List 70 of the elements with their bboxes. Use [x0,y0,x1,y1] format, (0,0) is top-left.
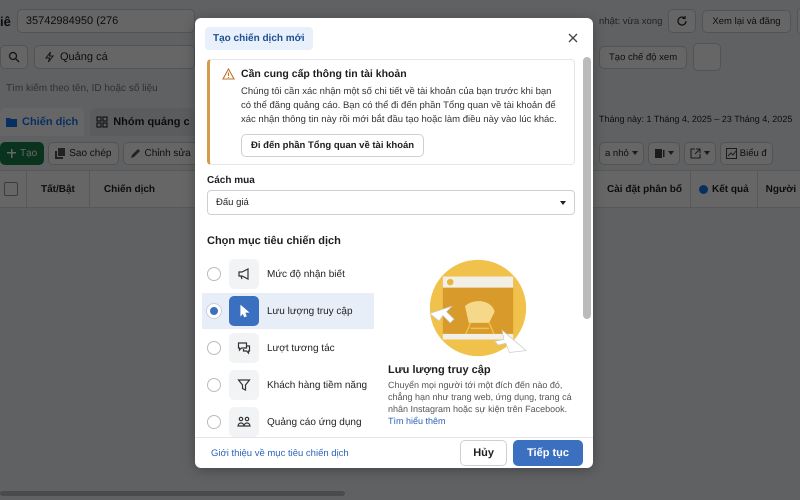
account-selector[interactable]: 35742984950 (276 [16,9,195,33]
search-button[interactable] [0,45,28,69]
continue-button[interactable]: Tiếp tục [513,440,583,466]
objective-detail-title: Lưu lượng truy cập [388,364,491,376]
learn-more-link[interactable]: Tìm hiểu thêm [388,416,446,426]
warning-icon [222,68,235,80]
column-header[interactable]: Tất/Bật [26,171,89,207]
column-header[interactable]: Chiến dịch [88,171,170,207]
cursor-icon [229,296,259,326]
megaphone-icon [229,259,259,289]
quick-ads-button[interactable]: Quảng cá [34,45,195,69]
radio-button[interactable] [207,415,221,429]
pencil-icon [130,148,140,158]
column-header[interactable]: Cài đặt phân bổ [599,171,691,207]
level-tab[interactable]: Chiến dịch [0,108,84,136]
column-header[interactable]: Kết quả [691,171,758,207]
warning-title: Cần cung cấp thông tin tài khoản [241,68,407,80]
objective-option[interactable]: Quảng cáo ứng dụng [202,404,374,437]
create-view-button[interactable]: Tạo chế độ xem [599,46,688,68]
objective-heading: Chọn mục tiêu chiến dịch [207,235,342,247]
refresh-button[interactable] [668,9,696,33]
account-overview-button[interactable]: Đi đến phần Tổng quan về tài khoản [241,134,424,157]
objective-label: Khách hàng tiềm năng [267,378,368,392]
create-button[interactable]: Tạo [0,142,44,164]
search-icon [8,51,20,63]
objective-option[interactable]: Khách hàng tiềm năng [202,367,374,403]
dialog-title: Tạo chiến dịch mới [205,26,313,50]
objective-option[interactable]: Lượt tương tác [202,330,374,366]
buying-type-label: Cách mua [207,175,256,186]
folder-icon [6,117,17,127]
grid-icon [96,116,108,128]
chart-button[interactable]: Biểu đ [720,142,773,164]
objective-label: Quảng cáo ứng dụng [267,416,362,428]
info-icon [699,184,708,194]
objectives-info-link[interactable]: Giới thiệu về mục tiêu chiến dịch [211,448,349,458]
level-tab[interactable]: Nhóm quảng c [90,108,195,136]
refresh-icon [676,15,688,27]
export-icon [690,148,701,158]
warning-text: Chúng tôi cần xác nhận một số chi tiết về tài khoản của bạn trước khi bạn có thể đăng quảng cáo. Bạn có thể đi đến phần Tổng quan về tài khoản để xác nhận thông tin này rồi mới bắt đầu tạo hoặc làm điều này vào lúc khác. [241,85,558,127]
copy-icon [55,148,66,158]
objective-option[interactable]: Mức độ nhận biết [202,256,374,292]
report-icon [654,148,665,158]
page-title: iê [0,14,11,28]
copy-button[interactable]: Sao chép [48,142,118,164]
objective-label: Lượt tương tác [267,342,335,354]
close-icon [568,33,578,43]
people-icon [229,407,259,437]
cancel-button[interactable]: Hủy [460,440,508,466]
reports-dropdown[interactable] [648,142,680,164]
objective-description: Chuyển mọi người tới một đích đến nào đó, chẳng hạn như trang web, ứng dụng, trang cá nhân Instagram hoặc sự kiện trên Facebook. Tìm hiểu thêm [388,379,573,427]
line-chart-icon [726,148,737,158]
column-header[interactable]: Người [758,171,800,207]
edit-button[interactable]: Chỉnh sửa [122,142,195,164]
radio-button[interactable] [207,378,221,392]
chat-bubbles-icon [229,333,259,363]
review-publish-button[interactable]: Xem lại và đăng [702,10,791,32]
buying-type-dropdown[interactable]: Đấu giá [207,190,575,215]
objective-label: Mức độ nhận biết [267,268,345,280]
scrollbar-thumb[interactable] [583,57,591,319]
select-all-checkbox[interactable] [4,182,18,196]
date-range[interactable]: Tháng này: 1 Tháng 4, 2025 – 23 Tháng 4, 2025 [599,114,792,124]
radio-button[interactable] [207,267,221,281]
objective-option[interactable]: Lưu lượng truy cập [202,293,374,329]
radio-button[interactable] [207,341,221,355]
objective-label: Lưu lượng truy cập [267,304,353,318]
funnel-icon [229,370,259,400]
lightning-icon [44,51,55,63]
breakdown-dropdown[interactable]: a nhỏ [599,142,644,164]
update-status: nhật: vừa xong [599,16,662,26]
export-dropdown[interactable] [684,142,716,164]
